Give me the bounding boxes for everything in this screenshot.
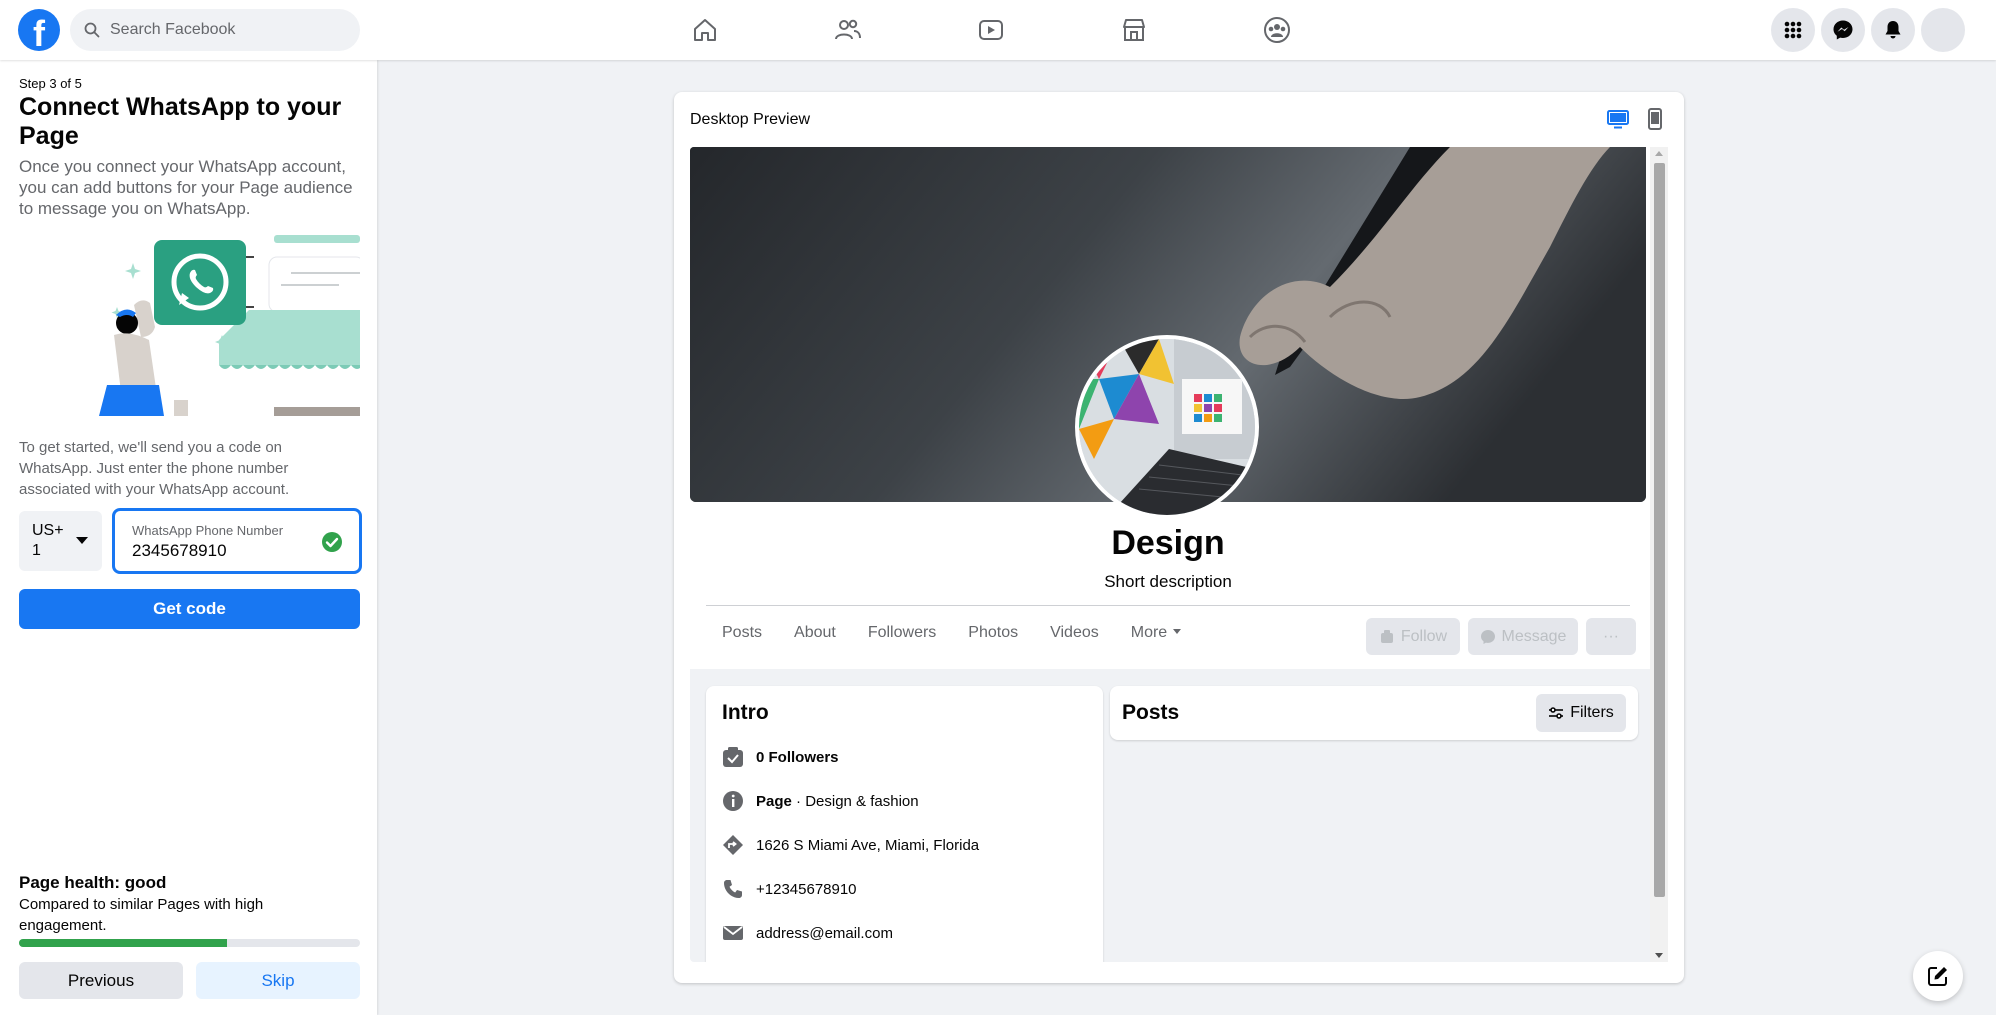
page-short-description: Short description [1104, 572, 1232, 591]
page-header: Design Short description Posts About Fol… [690, 147, 1654, 669]
chevron-down-icon [76, 537, 88, 544]
info-icon [723, 791, 743, 811]
country-code-select[interactable]: US+ 1 [19, 511, 102, 571]
followers-icon [723, 747, 743, 767]
panel-description: Once you connect your WhatsApp account, … [19, 157, 353, 218]
check-circle-icon [322, 532, 342, 552]
email-icon [723, 926, 743, 940]
compose-icon [1928, 967, 1947, 986]
followers-count: 0 Followers [756, 748, 839, 766]
follow-label: Follow [1400, 627, 1448, 645]
page-health-description: Compared to similar Pages with high enga… [19, 896, 264, 934]
search-input[interactable] [110, 21, 350, 39]
category-text: · Design & fashion [791, 792, 919, 810]
tab-posts[interactable]: Posts [706, 622, 778, 644]
intro-email-row: address@email.com [722, 922, 893, 944]
tab-videos[interactable]: Videos [1034, 622, 1115, 644]
more-options-button[interactable]: ··· [1586, 618, 1636, 655]
whatsapp-phone-field[interactable]: WhatsApp Phone Number 2345678910 [112, 508, 362, 574]
desktop-view-icon[interactable] [1606, 107, 1630, 131]
marketplace-icon[interactable] [1118, 14, 1150, 46]
search-box[interactable] [70, 9, 360, 51]
notifications-icon[interactable] [1871, 8, 1915, 52]
facebook-logo[interactable]: f [18, 9, 60, 51]
caret-down-icon [1173, 629, 1182, 634]
setup-panel: Step 3 of 5 Connect WhatsApp to your Pag… [0, 60, 377, 1015]
tab-about[interactable]: About [778, 622, 852, 644]
get-code-button[interactable]: Get code [19, 589, 360, 629]
new-message-button[interactable] [1913, 951, 1963, 1001]
follow-icon [1380, 629, 1393, 643]
category-prefix: Page [756, 792, 792, 810]
follow-button[interactable]: Follow [1366, 618, 1460, 655]
scroll-down-arrow-icon[interactable] [1655, 953, 1663, 958]
panel-title: Connect WhatsApp to your Page [19, 93, 342, 150]
top-navigation-bar: f [0, 0, 1996, 60]
tab-photos[interactable]: Photos [952, 622, 1034, 644]
preview-scrollbar[interactable] [1650, 147, 1668, 962]
friends-icon[interactable] [832, 14, 864, 46]
scrollbar-thumb[interactable] [1654, 163, 1665, 897]
filters-icon [1549, 707, 1564, 719]
filters-button[interactable]: Filters [1536, 694, 1626, 732]
intro-phone-row: +12345678910 [722, 878, 857, 900]
messenger-icon[interactable] [1821, 8, 1865, 52]
page-name: Design [1111, 524, 1225, 562]
page-health-progress [19, 939, 360, 947]
scroll-up-arrow-icon[interactable] [1655, 151, 1663, 156]
previous-button[interactable]: Previous [19, 962, 183, 999]
skip-button[interactable]: Skip [196, 962, 360, 999]
page-health-progress-fill [19, 939, 227, 947]
intro-card: Intro 0 Followers Page · Design & fashio… [706, 686, 1103, 962]
tab-more[interactable]: More [1115, 622, 1197, 644]
country-code-prefix: US+ [32, 522, 64, 539]
address-text: 1626 S Miami Ave, Miami, Florida [756, 836, 980, 854]
search-icon [84, 22, 100, 38]
page-profile-picture[interactable] [1075, 335, 1259, 519]
intro-followers-row: 0 Followers [722, 746, 839, 768]
divider [706, 605, 1630, 606]
account-avatar[interactable] [1921, 8, 1965, 52]
whatsapp-illustration [19, 235, 360, 416]
page-tabs: Posts About Followers Photos Videos More [706, 622, 1197, 644]
phone-text: +12345678910 [756, 880, 857, 898]
page-preview-frame: Design Short description Posts About Fol… [690, 147, 1654, 962]
message-button[interactable]: Message [1468, 618, 1578, 655]
posts-card: Posts Filters [1110, 686, 1638, 740]
filters-label: Filters [1570, 704, 1614, 721]
posts-title: Posts [1122, 701, 1180, 724]
messenger-icon [1480, 629, 1495, 644]
phone-icon [724, 880, 742, 898]
desktop-preview-card: Desktop Preview Design Short description… [674, 92, 1684, 983]
page-health-title: Page health: good [19, 873, 167, 892]
country-code-number: 1 [32, 542, 41, 559]
menu-grid-icon[interactable] [1771, 8, 1815, 52]
preview-label: Desktop Preview [690, 111, 811, 128]
tab-more-label: More [1130, 624, 1168, 641]
watch-icon[interactable] [975, 14, 1007, 46]
instructions-text: To get started, we'll send you a code on… [19, 439, 290, 498]
home-icon[interactable] [689, 14, 721, 46]
directions-icon [723, 835, 743, 855]
email-text: address@email.com [756, 924, 893, 942]
tab-followers[interactable]: Followers [852, 622, 952, 644]
message-label: Message [1501, 627, 1567, 645]
step-indicator: Step 3 of 5 [19, 76, 82, 91]
mobile-view-icon[interactable] [1643, 107, 1667, 131]
groups-icon[interactable] [1261, 14, 1293, 46]
intro-title: Intro [722, 701, 769, 724]
intro-category-row: Page · Design & fashion [722, 790, 919, 812]
intro-address-row: 1626 S Miami Ave, Miami, Florida [722, 834, 979, 856]
